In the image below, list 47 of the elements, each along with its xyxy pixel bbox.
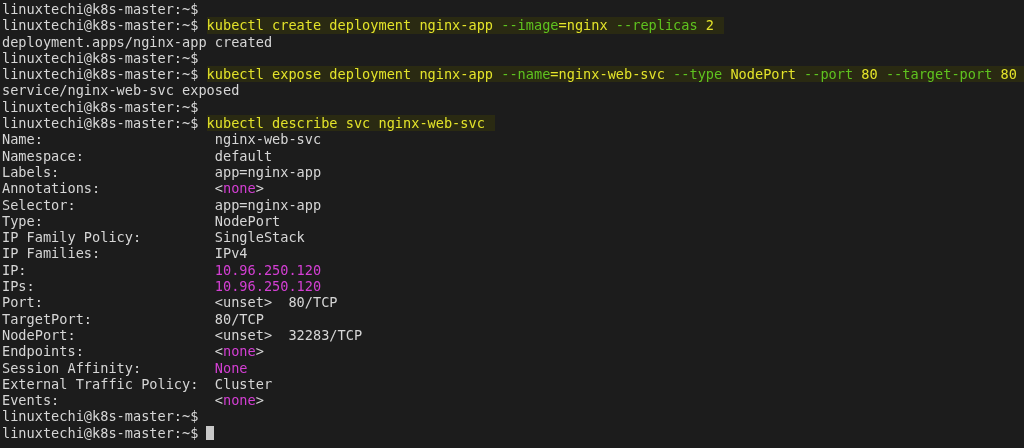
field-value: nginx-web-svc <box>214 131 322 148</box>
field-label: IP Family Policy: <box>2 229 143 246</box>
field-value: <none> <box>214 180 264 197</box>
field-label: TargetPort: <box>2 310 94 327</box>
output-text: service/nginx-web-svc exposed <box>2 82 240 99</box>
field-value: app=nginx-app <box>214 163 322 181</box>
field-label: Namespace: <box>2 147 85 164</box>
shell-prompt: linuxtechi@k8s-master:~$ <box>2 408 199 425</box>
output-text: deployment.apps/nginx-app created <box>2 33 273 50</box>
field-label: Labels: <box>2 163 60 181</box>
command-text: kubectl describe svc nginx-web-svc <box>206 115 495 132</box>
shell-prompt: linuxtechi@k8s-master:~$ <box>2 98 199 116</box>
field-value: default <box>214 147 273 164</box>
field-value: <unset> 32283/TCP <box>214 326 363 344</box>
field-label: IP: <box>2 261 28 279</box>
command-text: kubectl expose deployment nginx-app --name=nginx-web-svc --type NodePort --port 80 --target-port 80 <box>206 66 1024 83</box>
field-value: None <box>214 359 248 376</box>
field-label: IP Families: <box>2 245 102 262</box>
field-value: IPv4 <box>214 245 248 262</box>
field-value: Cluster <box>214 375 273 393</box>
shell-prompt: linuxtechi@k8s-master:~$ <box>2 1 199 18</box>
field-value: 10.96.250.120 <box>214 261 322 279</box>
field-label: Port: <box>2 294 44 311</box>
field-value: app=nginx-app <box>214 196 322 213</box>
field-label: Name: <box>2 131 44 148</box>
field-label: External Traffic Policy: <box>2 375 200 393</box>
shell-prompt: linuxtechi@k8s-master:~$ <box>2 66 199 83</box>
field-value: NodePort <box>214 212 281 230</box>
shell-prompt: linuxtechi@k8s-master:~$ <box>2 49 199 67</box>
field-label: Events: <box>2 392 61 409</box>
field-value: SingleStack <box>214 229 305 246</box>
field-value: <none> <box>214 343 264 360</box>
shell-prompt: linuxtechi@k8s-master:~$ <box>2 17 199 34</box>
field-label: NodePort: <box>2 326 76 344</box>
shell-prompt: linuxtechi@k8s-master:~$ <box>2 424 199 441</box>
field-value: 10.96.250.120 <box>214 278 322 295</box>
shell-prompt: linuxtechi@k8s-master:~$ <box>2 115 199 132</box>
field-label: Annotations: <box>2 180 102 197</box>
field-label: Type: <box>2 212 44 230</box>
field-value: <none> <box>214 392 264 409</box>
field-label: IPs: <box>2 278 36 295</box>
field-label: Selector: <box>2 196 77 213</box>
command-text: kubectl create deployment nginx-app --image=nginx --replicas 2 <box>206 17 725 34</box>
field-value: 80/TCP <box>214 310 264 327</box>
field-value: <unset> 80/TCP <box>214 294 338 311</box>
field-label: Endpoints: <box>2 343 85 360</box>
field-label: Session Affinity: <box>2 359 143 376</box>
